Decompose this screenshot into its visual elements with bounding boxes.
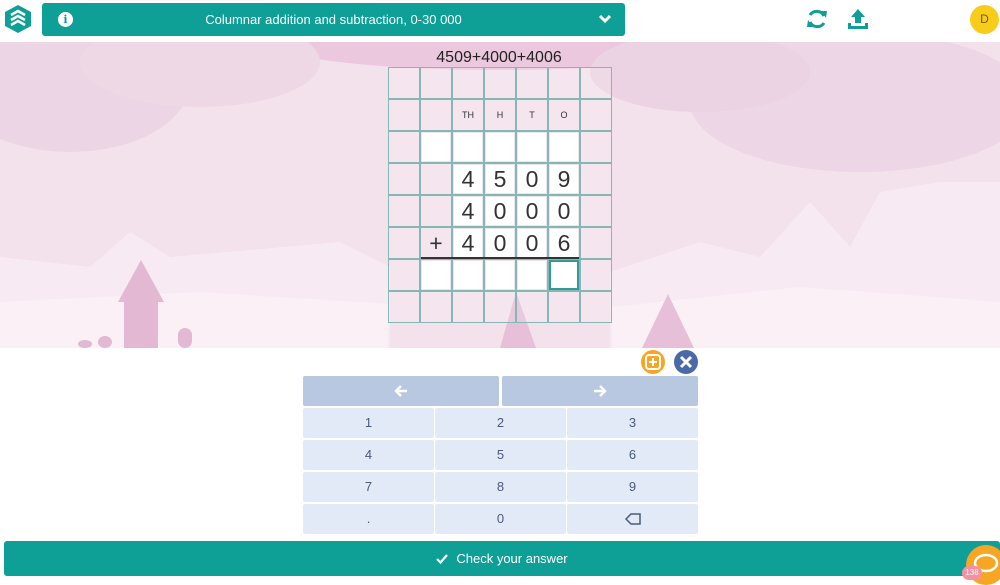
- grid-cell: [387, 226, 420, 259]
- grid-cell: [387, 290, 420, 323]
- grid-cell: [579, 66, 612, 99]
- equation-text: 4509+4000+4006: [436, 49, 562, 66]
- answer-input-selected[interactable]: [549, 260, 579, 290]
- operand-digit: 4: [461, 230, 475, 256]
- grid-cell: [579, 258, 612, 291]
- grid-cell: [387, 258, 420, 291]
- exercise-workspace: 4509+4000+4006 TH H T O 4 5 0 9 4 0 0 0 …: [0, 42, 1000, 348]
- notification-badge: 138: [962, 566, 982, 580]
- grid-cell: [579, 194, 612, 227]
- column-header-ones: O: [560, 110, 568, 120]
- carry-input[interactable]: [453, 132, 483, 162]
- top-bar: i Columnar addition and subtraction, 0-3…: [0, 0, 1000, 42]
- grid-cell: [547, 66, 580, 99]
- check-icon: [436, 554, 449, 565]
- operand-digit: 0: [525, 198, 539, 224]
- column-header-hundreds: H: [496, 110, 504, 120]
- grid-cell: [451, 290, 484, 323]
- grid-cell: [579, 130, 612, 163]
- grid-cell: [579, 290, 612, 323]
- grid-cell: [387, 98, 420, 131]
- grid-cell: [387, 162, 420, 195]
- operand-digit: 0: [493, 230, 507, 256]
- close-keypad-button[interactable]: [674, 350, 698, 374]
- key-9[interactable]: 9: [567, 472, 698, 502]
- key-5[interactable]: 5: [435, 440, 566, 470]
- upload-icon[interactable]: [846, 7, 870, 31]
- add-icon: [645, 354, 661, 370]
- key-2[interactable]: 2: [435, 408, 566, 438]
- operand-digit: 4: [461, 198, 475, 224]
- sum-line: [421, 257, 579, 259]
- avatar[interactable]: D: [970, 5, 999, 34]
- refresh-icon[interactable]: [805, 7, 829, 31]
- check-answer-label: Check your answer: [456, 551, 568, 566]
- operand-digit: 9: [557, 166, 571, 192]
- arrow-right-icon: [594, 385, 607, 397]
- operand-digit: 0: [525, 166, 539, 192]
- answer-grid: TH H T O 4 5 0 9 4 0 0 0 + 4 0 0 6: [387, 66, 612, 323]
- grid-cell: [547, 290, 580, 323]
- grid-cell: [419, 162, 452, 195]
- operand-digit: 5: [493, 166, 507, 192]
- answer-input[interactable]: [517, 260, 547, 290]
- key-decimal[interactable]: .: [303, 504, 434, 534]
- exercise-title: Columnar addition and subtraction, 0-30 …: [205, 12, 462, 27]
- grid-cell: [451, 66, 484, 99]
- operand-digit: 0: [493, 198, 507, 224]
- answer-input[interactable]: [453, 260, 483, 290]
- key-7[interactable]: 7: [303, 472, 434, 502]
- key-1[interactable]: 1: [303, 408, 434, 438]
- close-icon: [679, 355, 693, 369]
- key-8[interactable]: 8: [435, 472, 566, 502]
- operand-digit: 0: [557, 198, 571, 224]
- grid-cell: [387, 66, 420, 99]
- carry-input[interactable]: [485, 132, 515, 162]
- exercise-title-bar[interactable]: i Columnar addition and subtraction, 0-3…: [42, 3, 625, 36]
- answer-input[interactable]: [421, 260, 451, 290]
- carry-input[interactable]: [517, 132, 547, 162]
- grid-cell: [483, 66, 516, 99]
- keypad-panel: 1 2 3 4 5 6 7 8 9 . 0: [0, 348, 1000, 538]
- grid-cell: [579, 162, 612, 195]
- grid-cell: [387, 194, 420, 227]
- key-4[interactable]: 4: [303, 440, 434, 470]
- add-button[interactable]: [641, 350, 665, 374]
- grid-cell: [419, 66, 452, 99]
- chevron-down-icon[interactable]: [597, 12, 613, 26]
- grid-cell: [515, 290, 548, 323]
- backspace-button[interactable]: [567, 504, 698, 534]
- grid-cell: [419, 290, 452, 323]
- answer-input[interactable]: [485, 260, 515, 290]
- operator-sign: +: [429, 230, 443, 256]
- operand-digit: 6: [557, 230, 571, 256]
- carry-input[interactable]: [421, 132, 451, 162]
- move-right-button[interactable]: [502, 376, 698, 406]
- grid-cell: [515, 66, 548, 99]
- column-header-tens: T: [529, 110, 535, 120]
- key-0[interactable]: 0: [435, 504, 566, 534]
- grid-cell: [419, 194, 452, 227]
- check-answer-button[interactable]: Check your answer: [4, 541, 1000, 576]
- move-left-button[interactable]: [303, 376, 499, 406]
- column-header-thousands: TH: [462, 110, 474, 120]
- grid-cell: [387, 130, 420, 163]
- grid-cell: [483, 290, 516, 323]
- logo-icon[interactable]: [4, 4, 32, 34]
- operand-digit: 0: [525, 230, 539, 256]
- key-3[interactable]: 3: [567, 408, 698, 438]
- operand-digit: 4: [461, 166, 475, 192]
- arrow-left-icon: [394, 385, 407, 397]
- grid-cell: [579, 98, 612, 131]
- key-6[interactable]: 6: [567, 440, 698, 470]
- backspace-icon: [624, 513, 641, 525]
- grid-cell: [579, 226, 612, 259]
- carry-input[interactable]: [549, 132, 579, 162]
- grid-cell: [419, 98, 452, 131]
